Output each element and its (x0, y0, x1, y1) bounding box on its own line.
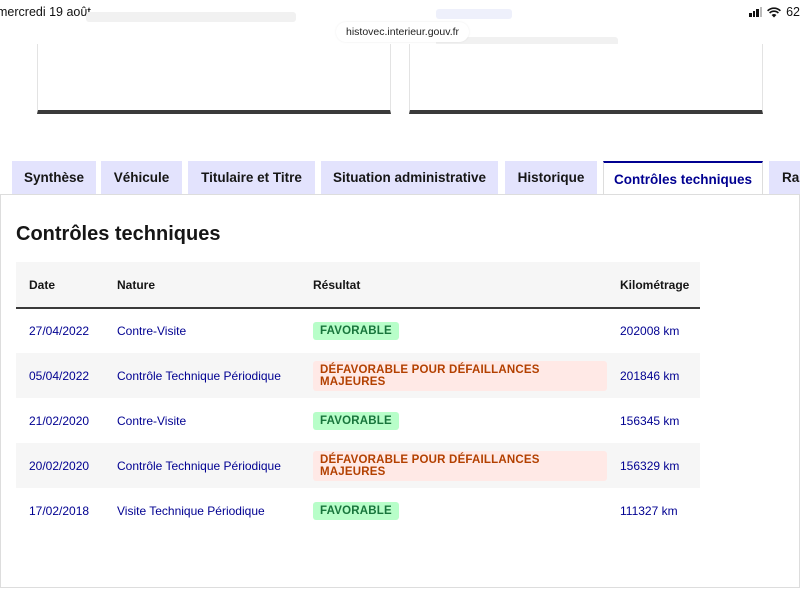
result-badge: FAVORABLE (313, 501, 399, 520)
tab-synthese[interactable]: Synthèse (12, 161, 96, 194)
table-row: 05/04/2022 Contrôle Technique Périodique… (16, 353, 700, 398)
column-header-date: Date (29, 277, 56, 292)
cell-mileage: 201846 km (620, 368, 680, 383)
page-title: Contrôles techniques (16, 223, 221, 245)
cell-date: 05/04/2022 (29, 368, 90, 383)
controls-table: Date Nature Résultat Kilométrage 27/04/2… (16, 262, 700, 533)
cell-date: 20/02/2020 (29, 458, 90, 473)
summary-card-left (37, 44, 391, 114)
tab-controles-techniques[interactable]: Contrôles techniques (603, 161, 763, 195)
tab-situation-administrative[interactable]: Situation administrative (321, 161, 498, 194)
cell-nature: Contre-Visite (117, 324, 187, 338)
column-header-mileage: Kilométrage (620, 277, 690, 292)
faded-link-right (436, 9, 512, 19)
summary-card-right (409, 44, 763, 114)
cell-mileage: 156345 km (620, 413, 680, 428)
battery-level: 62 (786, 5, 800, 19)
table-row: 27/04/2022 Contre-Visite FAVORABLE 20200… (16, 308, 700, 353)
table-row: 21/02/2020 Contre-Visite FAVORABLE 15634… (16, 398, 700, 443)
tab-vehicule[interactable]: Véhicule (101, 161, 182, 194)
faded-text-left (86, 12, 296, 22)
cell-date: 21/02/2020 (29, 413, 90, 428)
result-badge: FAVORABLE (313, 411, 399, 430)
cell-mileage: 156329 km (620, 458, 680, 473)
table-header-row: Date Nature Résultat Kilométrage (16, 262, 700, 308)
tab-panel: Contrôles techniques Date Nature Résulta… (0, 194, 800, 588)
cell-mileage: 111327 km (620, 503, 678, 518)
status-right: 62 (749, 5, 800, 19)
signal-icon (749, 7, 763, 17)
tab-titulaire-titre[interactable]: Titulaire et Titre (188, 161, 315, 194)
cell-nature: Contrôle Technique Périodique (117, 458, 281, 473)
cell-nature: Visite Technique Périodique (117, 503, 265, 518)
cell-date: 27/04/2022 (29, 324, 90, 338)
tab-bar: Synthèse Véhicule Titulaire et Titre Sit… (0, 161, 800, 195)
wifi-icon (767, 6, 782, 17)
tab-historique[interactable]: Historique (505, 161, 597, 194)
cell-nature: Contre-Visite (117, 413, 187, 428)
cell-nature: Contrôle Technique Périodique (117, 368, 281, 383)
cell-mileage: 202008 km (620, 324, 680, 338)
cell-date: 17/02/2018 (29, 503, 90, 518)
result-badge: FAVORABLE (313, 322, 399, 340)
column-header-result: Résultat (313, 277, 361, 292)
status-date: mercredi 19 août (0, 5, 91, 19)
result-badge: DÉFAVORABLE POUR DÉFAILLANCES MAJEURES (313, 360, 607, 391)
table-row: 17/02/2018 Visite Technique Périodique F… (16, 488, 700, 533)
result-badge: DÉFAVORABLE POUR DÉFAILLANCES MAJEURES (313, 450, 607, 481)
tab-rapport[interactable]: Rap (769, 161, 800, 194)
column-header-nature: Nature (117, 277, 156, 292)
url-bar[interactable]: histovec.interieur.gouv.fr (336, 22, 470, 42)
table-row: 20/02/2020 Contrôle Technique Périodique… (16, 443, 700, 488)
